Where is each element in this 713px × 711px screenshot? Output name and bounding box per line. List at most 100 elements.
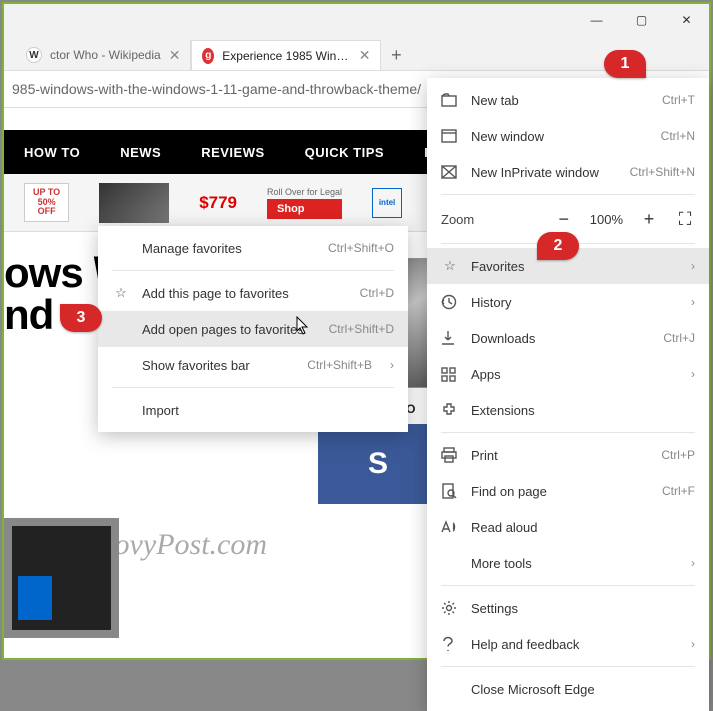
sale-badge: UP TO 50% OFF <box>24 183 69 223</box>
menu-shortcut: Ctrl+J <box>663 331 695 345</box>
menu-label: Help and feedback <box>471 637 673 652</box>
menu-shortcut: Ctrl+Shift+D <box>329 322 394 336</box>
nav-quicktips[interactable]: QUICK TIPS <box>305 145 384 160</box>
menu-label: Settings <box>471 601 695 616</box>
nav-reviews[interactable]: REVIEWS <box>201 145 264 160</box>
submenu-import[interactable]: Import <box>98 392 408 428</box>
star-icon: ☆ <box>112 285 130 301</box>
callout-3: 3 <box>60 304 102 332</box>
zoom-label: Zoom <box>441 212 474 227</box>
promo-legal: Roll Over for Legal <box>267 187 342 197</box>
menu-read-aloud[interactable]: Read aloud <box>427 509 709 545</box>
menu-label: Apps <box>471 367 673 382</box>
gear-icon <box>441 600 459 616</box>
menu-shortcut: Ctrl+F <box>662 484 695 498</box>
help-icon <box>441 636 459 652</box>
groovypost-favicon: g <box>202 48 214 64</box>
tab-label: Experience 1985 Windows with t <box>222 49 350 63</box>
nav-howto[interactable]: HOW TO <box>24 145 80 160</box>
menu-label: Import <box>142 403 394 418</box>
menu-new-tab[interactable]: New tab Ctrl+T <box>427 82 709 118</box>
menu-separator <box>112 387 394 388</box>
window-maximize-button[interactable]: ▢ <box>619 4 664 36</box>
tab-close-icon[interactable]: ✕ <box>359 47 371 64</box>
chevron-right-icon: › <box>691 637 695 651</box>
menu-label: Show favorites bar <box>142 358 295 373</box>
menu-close-edge[interactable]: Close Microsoft Edge <box>427 671 709 707</box>
new-tab-button[interactable]: + <box>381 40 411 70</box>
article-photo <box>4 518 119 638</box>
menu-shortcut: Ctrl+Shift+B <box>307 358 372 372</box>
menu-shortcut: Ctrl+Shift+O <box>328 241 394 255</box>
fullscreen-button[interactable]: ⛶ <box>675 209 695 230</box>
mouse-cursor <box>296 316 311 336</box>
menu-downloads[interactable]: Downloads Ctrl+J <box>427 320 709 356</box>
promo-shop-button[interactable]: Shop <box>267 199 342 219</box>
menu-label: New InPrivate window <box>471 165 618 180</box>
menu-settings[interactable]: Settings <box>427 590 709 626</box>
submenu-show-favorites-bar[interactable]: Show favorites bar Ctrl+Shift+B › <box>98 347 408 383</box>
chevron-right-icon: › <box>691 259 695 273</box>
apps-icon <box>441 367 459 382</box>
menu-more-tools[interactable]: More tools › <box>427 545 709 581</box>
menu-new-window[interactable]: New window Ctrl+N <box>427 118 709 154</box>
menu-label: Extensions <box>471 403 695 418</box>
menu-separator <box>441 585 695 586</box>
menu-shortcut: Ctrl+N <box>661 129 695 143</box>
menu-inprivate[interactable]: New InPrivate window Ctrl+Shift+N <box>427 154 709 190</box>
tab-close-icon[interactable]: ✕ <box>169 47 181 64</box>
menu-shortcut: Ctrl+T <box>662 93 695 107</box>
promo-laptop-image <box>99 183 169 223</box>
tab-label: ctor Who - Wikipedia <box>50 48 161 62</box>
zoom-value: 100% <box>590 212 623 227</box>
menu-help[interactable]: Help and feedback › <box>427 626 709 662</box>
menu-separator <box>112 270 394 271</box>
extensions-icon <box>441 402 459 418</box>
new-window-icon <box>441 129 459 143</box>
print-icon <box>441 447 459 463</box>
menu-print[interactable]: Print Ctrl+P <box>427 437 709 473</box>
star-icon: ☆ <box>441 258 459 274</box>
menu-shortcut: Ctrl+P <box>661 448 695 462</box>
promo-price: $779 <box>199 193 237 213</box>
menu-label: New tab <box>471 93 650 108</box>
menu-label: Add open pages to favorites <box>142 322 317 337</box>
chevron-right-icon: › <box>691 367 695 381</box>
download-icon <box>441 330 459 346</box>
tab-wikipedia[interactable]: W ctor Who - Wikipedia ✕ <box>16 40 191 70</box>
zoom-out-button[interactable]: − <box>554 209 574 230</box>
window-minimize-button[interactable]: — <box>574 4 619 36</box>
menu-shortcut: Ctrl+Shift+N <box>630 165 695 179</box>
menu-extensions[interactable]: Extensions <box>427 392 709 428</box>
menu-apps[interactable]: Apps › <box>427 356 709 392</box>
zoom-in-button[interactable]: + <box>639 209 659 230</box>
menu-label: Favorites <box>471 259 673 274</box>
sidebar-thumbnail: S <box>318 424 438 504</box>
menu-label: Close Microsoft Edge <box>471 682 695 697</box>
menu-label: Downloads <box>471 331 651 346</box>
menu-label: More tools <box>471 556 673 571</box>
submenu-add-page[interactable]: ☆ Add this page to favorites Ctrl+D <box>98 275 408 311</box>
wikipedia-favicon: W <box>26 47 42 63</box>
menu-find[interactable]: Find on page Ctrl+F <box>427 473 709 509</box>
read-aloud-icon <box>441 520 459 534</box>
menu-label: New window <box>471 129 649 144</box>
new-tab-icon <box>441 93 459 107</box>
menu-label: Find on page <box>471 484 650 499</box>
window-titlebar: — ▢ ✕ <box>4 4 709 36</box>
menu-label: History <box>471 295 673 310</box>
favorites-submenu: Manage favorites Ctrl+Shift+O ☆ Add this… <box>98 226 408 432</box>
menu-separator <box>441 194 695 195</box>
tab-groovypost[interactable]: g Experience 1985 Windows with t ✕ <box>191 40 381 70</box>
window-close-button[interactable]: ✕ <box>664 4 709 36</box>
menu-separator <box>441 432 695 433</box>
intel-logo: intel <box>372 188 402 218</box>
callout-2: 2 <box>537 232 579 260</box>
submenu-manage-favorites[interactable]: Manage favorites Ctrl+Shift+O <box>98 230 408 266</box>
callout-1: 1 <box>604 50 646 78</box>
menu-label: Add this page to favorites <box>142 286 348 301</box>
menu-label: Read aloud <box>471 520 695 535</box>
submenu-add-open-pages[interactable]: Add open pages to favorites Ctrl+Shift+D <box>98 311 408 347</box>
nav-news[interactable]: NEWS <box>120 145 161 160</box>
menu-history[interactable]: History › <box>427 284 709 320</box>
